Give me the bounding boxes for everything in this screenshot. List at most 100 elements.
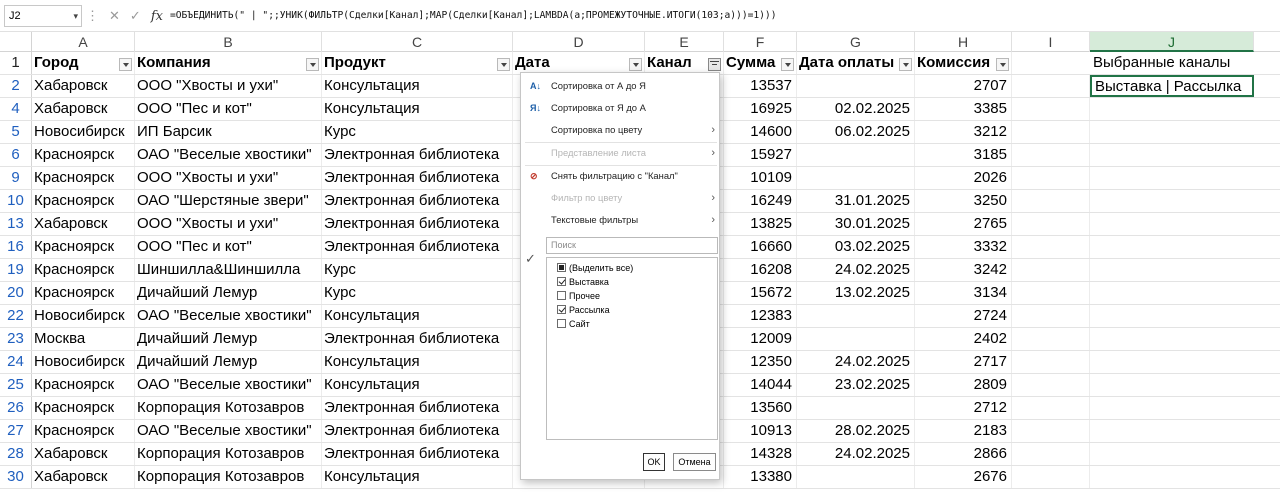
city-cell[interactable]: Красноярск bbox=[32, 374, 135, 396]
commission-cell[interactable]: 2724 bbox=[915, 305, 1012, 327]
city-cell[interactable]: Хабаровск bbox=[32, 75, 135, 97]
row-number[interactable]: 4 bbox=[0, 98, 32, 120]
company-cell[interactable]: ООО "Хвосты и ухи" bbox=[135, 167, 322, 189]
sum-cell[interactable]: 12009 bbox=[724, 328, 797, 350]
company-cell[interactable]: ООО "Хвосты и ухи" bbox=[135, 213, 322, 235]
sum-cell[interactable]: 14600 bbox=[724, 121, 797, 143]
payment-date-cell[interactable]: 24.02.2025 bbox=[797, 351, 915, 373]
clear-filter-item[interactable]: ⊘ Снять фильтрацию с "Канал" bbox=[521, 165, 721, 187]
company-cell[interactable]: Дичайший Лемур bbox=[135, 351, 322, 373]
column-header-g[interactable]: G bbox=[797, 32, 915, 52]
column-header-h[interactable]: H bbox=[915, 32, 1012, 52]
payment-date-cell[interactable]: 28.02.2025 bbox=[797, 420, 915, 442]
payment-date-cell[interactable] bbox=[797, 305, 915, 327]
column-header-a[interactable]: A bbox=[32, 32, 135, 52]
sum-cell[interactable]: 10913 bbox=[724, 420, 797, 442]
city-cell[interactable]: Хабаровск bbox=[32, 466, 135, 488]
city-cell[interactable]: Красноярск bbox=[32, 282, 135, 304]
empty-cell[interactable] bbox=[1012, 213, 1090, 235]
row-number[interactable]: 1 bbox=[0, 52, 32, 74]
sum-cell[interactable]: 13825 bbox=[724, 213, 797, 235]
empty-cell[interactable] bbox=[1012, 374, 1090, 396]
city-cell[interactable]: Новосибирск bbox=[32, 121, 135, 143]
company-cell[interactable]: ОАО "Шерстяные звери" bbox=[135, 190, 322, 212]
commission-cell[interactable]: 2717 bbox=[915, 351, 1012, 373]
table-header-cell[interactable]: Дата оплаты bbox=[797, 52, 915, 74]
cancel-icon[interactable]: ✕ bbox=[109, 8, 120, 24]
empty-cell[interactable] bbox=[1012, 98, 1090, 120]
empty-cell[interactable] bbox=[1012, 420, 1090, 442]
commission-cell[interactable]: 2712 bbox=[915, 397, 1012, 419]
payment-date-cell[interactable]: 30.01.2025 bbox=[797, 213, 915, 235]
filter-option[interactable]: Выставка bbox=[557, 275, 609, 289]
commission-cell[interactable]: 3332 bbox=[915, 236, 1012, 258]
empty-cell[interactable] bbox=[1012, 328, 1090, 350]
sum-cell[interactable]: 12350 bbox=[724, 351, 797, 373]
company-cell[interactable]: ООО "Пес и кот" bbox=[135, 236, 322, 258]
table-header-cell[interactable]: Дата bbox=[513, 52, 645, 74]
empty-cell[interactable] bbox=[1012, 75, 1090, 97]
commission-cell[interactable]: 2676 bbox=[915, 466, 1012, 488]
city-cell[interactable]: Красноярск bbox=[32, 420, 135, 442]
checkbox[interactable] bbox=[557, 277, 566, 286]
row-number[interactable]: 26 bbox=[0, 397, 32, 419]
sum-cell[interactable]: 14044 bbox=[724, 374, 797, 396]
text-filters-item[interactable]: Текстовые фильтры › bbox=[521, 209, 721, 231]
product-cell[interactable]: Электронная библиотека bbox=[322, 443, 513, 465]
product-cell[interactable]: Курс bbox=[322, 282, 513, 304]
commission-cell[interactable]: 3134 bbox=[915, 282, 1012, 304]
company-cell[interactable]: ОАО "Веселые хвостики" bbox=[135, 305, 322, 327]
payment-date-cell[interactable]: 13.02.2025 bbox=[797, 282, 915, 304]
sum-cell[interactable]: 14328 bbox=[724, 443, 797, 465]
row-number[interactable]: 5 bbox=[0, 121, 32, 143]
sum-cell[interactable]: 16660 bbox=[724, 236, 797, 258]
company-cell[interactable]: Корпорация Котозавров bbox=[135, 443, 322, 465]
row-number[interactable]: 28 bbox=[0, 443, 32, 465]
confirm-icon[interactable]: ✓ bbox=[130, 8, 141, 24]
product-cell[interactable]: Консультация bbox=[322, 305, 513, 327]
company-cell[interactable]: Корпорация Котозавров bbox=[135, 466, 322, 488]
filter-option[interactable]: Прочее bbox=[557, 289, 600, 303]
row-number[interactable]: 19 bbox=[0, 259, 32, 281]
table-header-cell[interactable]: Компания bbox=[135, 52, 322, 74]
commission-cell[interactable]: 2183 bbox=[915, 420, 1012, 442]
payment-date-cell[interactable]: 31.01.2025 bbox=[797, 190, 915, 212]
filter-option[interactable]: Рассылка bbox=[557, 303, 610, 317]
payment-date-cell[interactable]: 03.02.2025 bbox=[797, 236, 915, 258]
filter-values-list[interactable]: (Выделить все) Выставка Прочее Рассылка Сайт bbox=[546, 257, 718, 440]
product-cell[interactable]: Электронная библиотека bbox=[322, 213, 513, 235]
city-cell[interactable]: Красноярск bbox=[32, 190, 135, 212]
empty-cell[interactable] bbox=[1012, 282, 1090, 304]
sort-az-item[interactable]: A↓ Сортировка от А до Я bbox=[521, 75, 721, 97]
commission-cell[interactable]: 2402 bbox=[915, 328, 1012, 350]
payment-date-cell[interactable]: 24.02.2025 bbox=[797, 443, 915, 465]
payment-date-cell[interactable] bbox=[797, 328, 915, 350]
sum-cell[interactable]: 16208 bbox=[724, 259, 797, 281]
payment-date-cell[interactable] bbox=[797, 75, 915, 97]
empty-cell[interactable] bbox=[1012, 236, 1090, 258]
filter-dropdown-icon[interactable] bbox=[899, 58, 912, 71]
filter-active-icon[interactable] bbox=[708, 58, 721, 71]
sort-za-item[interactable]: Я↓ Сортировка от Я до А bbox=[521, 97, 721, 119]
company-cell[interactable]: Шиншилла&Шиншилла bbox=[135, 259, 322, 281]
commission-cell[interactable]: 2809 bbox=[915, 374, 1012, 396]
row-number[interactable]: 6 bbox=[0, 144, 32, 166]
column-header-f[interactable]: F bbox=[724, 32, 797, 52]
filter-option[interactable]: (Выделить все) bbox=[557, 261, 633, 275]
row-number[interactable]: 23 bbox=[0, 328, 32, 350]
payment-date-cell[interactable]: 23.02.2025 bbox=[797, 374, 915, 396]
row-number[interactable]: 24 bbox=[0, 351, 32, 373]
sum-cell[interactable]: 15927 bbox=[724, 144, 797, 166]
commission-cell[interactable]: 2765 bbox=[915, 213, 1012, 235]
checkbox[interactable] bbox=[557, 305, 566, 314]
column-header-c[interactable]: C bbox=[322, 32, 513, 52]
product-cell[interactable]: Курс bbox=[322, 121, 513, 143]
name-box[interactable]: J2 ▾ bbox=[4, 5, 82, 27]
empty-cell[interactable] bbox=[1012, 351, 1090, 373]
sum-cell[interactable]: 13380 bbox=[724, 466, 797, 488]
formula-input[interactable]: =ОБЪЕДИНИТЬ(" | ";;УНИК(ФИЛЬТР(Сделки[Ка… bbox=[170, 5, 776, 27]
commission-cell[interactable]: 3250 bbox=[915, 190, 1012, 212]
payment-date-cell[interactable] bbox=[797, 167, 915, 189]
commission-cell[interactable]: 3185 bbox=[915, 144, 1012, 166]
column-header-e[interactable]: E bbox=[645, 32, 724, 52]
